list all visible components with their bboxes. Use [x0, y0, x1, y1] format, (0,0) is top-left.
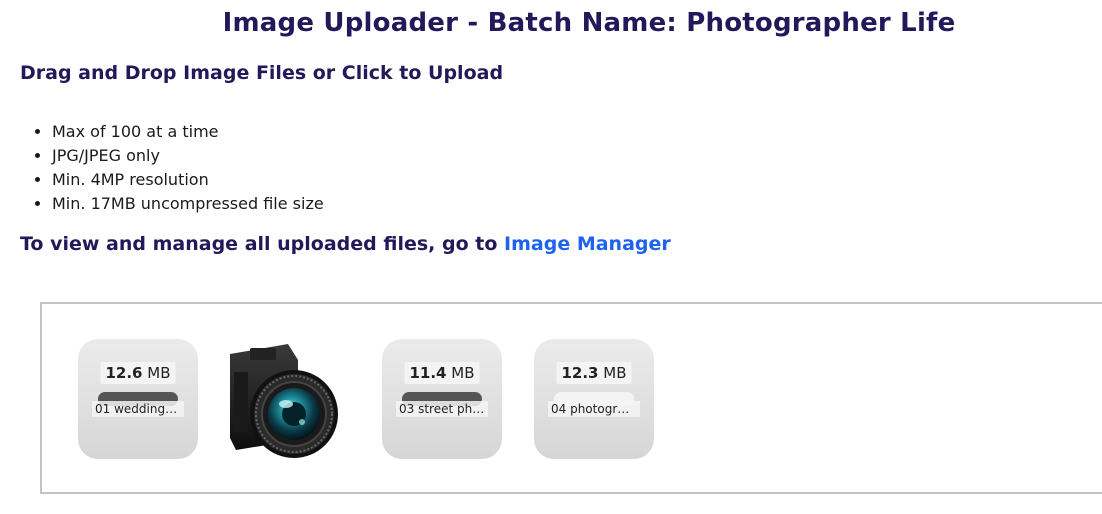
camera-photo-icon: [230, 344, 338, 458]
file-size-unit: MB: [147, 364, 171, 382]
file-size-value: 11.4: [409, 364, 447, 382]
page-title: Image Uploader - Batch Name: Photographe…: [222, 8, 956, 38]
rule-item: JPG/JPEG only: [52, 144, 324, 168]
upload-instructions-heading: Drag and Drop Image Files or Click to Up…: [20, 62, 504, 84]
image-preview[interactable]: [228, 342, 340, 460]
rule-item: Min. 17MB uncompressed file size: [52, 192, 324, 216]
file-name: 03 street ph…: [396, 401, 488, 417]
file-card[interactable]: 12.3 MB 04 photogr…: [534, 339, 654, 459]
file-size-value: 12.3: [561, 364, 599, 382]
file-name: 01 wedding…: [92, 401, 184, 417]
file-size-unit: MB: [603, 364, 627, 382]
image-manager-link[interactable]: Image Manager: [504, 233, 671, 255]
rule-item: Min. 4MP resolution: [52, 168, 324, 192]
file-size: 12.3 MB: [556, 362, 632, 384]
file-card[interactable]: 12.6 MB 01 wedding…: [78, 339, 198, 459]
file-size: 12.6 MB: [100, 362, 176, 384]
file-size: 11.4 MB: [404, 362, 480, 384]
image-manager-prompt-text: To view and manage all uploaded files, g…: [20, 233, 498, 255]
file-name: 04 photogr…: [548, 401, 640, 417]
file-size-value: 12.6: [105, 364, 143, 382]
file-card[interactable]: 11.4 MB 03 street ph…: [382, 339, 502, 459]
file-size-unit: MB: [451, 364, 475, 382]
upload-rules-list: Max of 100 at a time JPG/JPEG only Min. …: [32, 120, 324, 216]
image-manager-prompt: To view and manage all uploaded files, g…: [20, 233, 671, 255]
rule-item: Max of 100 at a time: [52, 120, 324, 144]
